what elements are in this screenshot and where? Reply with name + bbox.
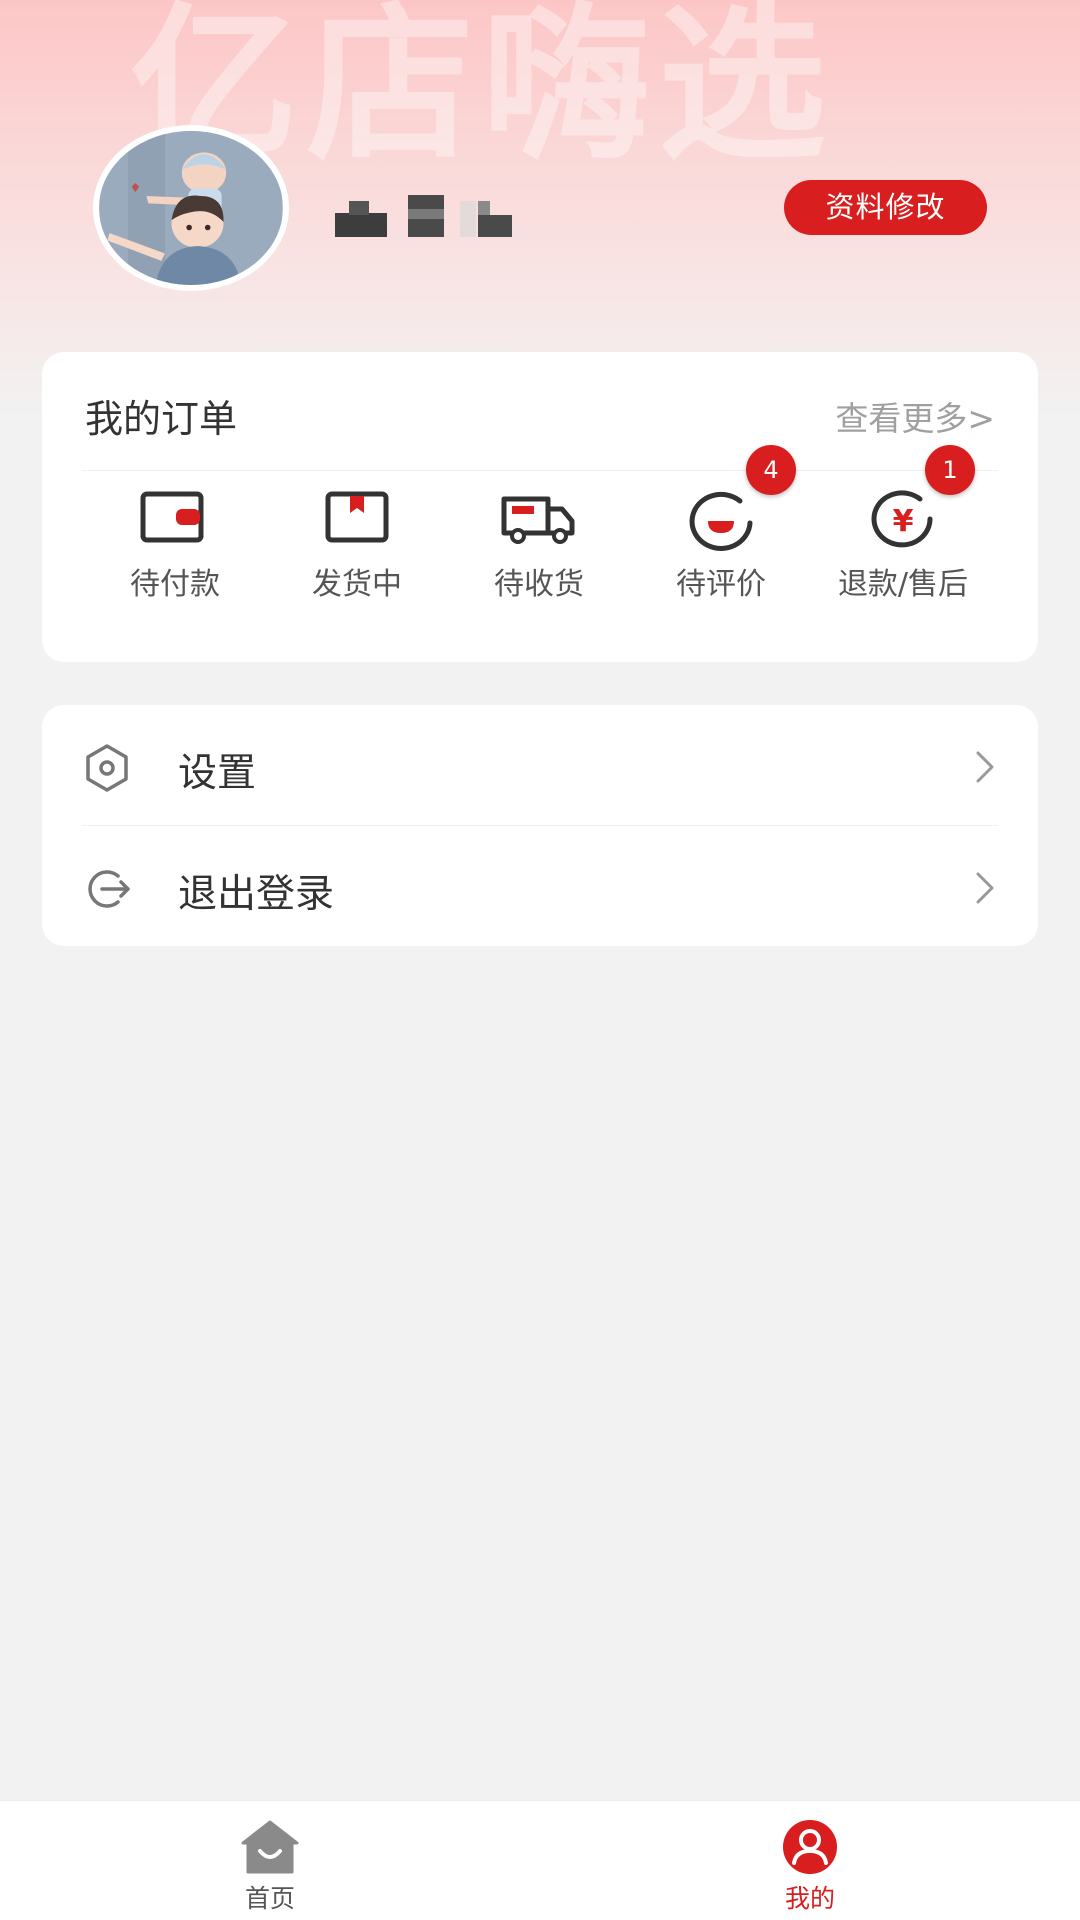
menu-item-settings[interactable]: 设置 xyxy=(42,705,1038,825)
order-pending-payment[interactable]: 待付款 xyxy=(84,487,266,617)
view-more-orders-link[interactable]: 查看更多> xyxy=(835,392,995,440)
wallet-icon xyxy=(140,491,204,543)
menu-item-logout[interactable]: 退出登录 xyxy=(42,826,1038,946)
order-label: 退款/售后 xyxy=(837,567,969,602)
refund-count-badge: 1 xyxy=(925,445,975,495)
menu-card: 设置 退出登录 xyxy=(42,705,1038,946)
tab-profile[interactable]: 我的 xyxy=(690,1801,930,1920)
orders-card: 我的订单 查看更多> 待付款 发货中 待收货 待评价 4 ¥ 退款/售后 1 xyxy=(42,352,1038,662)
order-to-review[interactable]: 待评价 4 xyxy=(630,445,812,617)
order-label: 待评价 xyxy=(676,567,766,602)
edit-profile-button[interactable]: 资料修改 xyxy=(784,180,987,235)
avatar-illustration xyxy=(100,131,282,285)
home-icon xyxy=(241,1820,299,1874)
order-shipping[interactable]: 发货中 xyxy=(266,487,448,617)
tab-home[interactable]: 首页 xyxy=(150,1801,390,1920)
order-to-receive[interactable]: 待收货 xyxy=(448,487,630,617)
review-icon xyxy=(689,491,753,551)
orders-title: 我的订单 xyxy=(85,397,238,441)
avatar[interactable] xyxy=(93,125,289,291)
review-count-badge: 4 xyxy=(746,445,796,495)
logout-icon xyxy=(88,870,130,908)
svg-text:¥: ¥ xyxy=(893,504,914,539)
divider xyxy=(82,470,998,471)
settings-icon xyxy=(86,744,128,792)
bottom-tab-bar: 首页 我的 xyxy=(0,1800,1080,1920)
order-label: 待付款 xyxy=(130,567,220,602)
chevron-right-icon xyxy=(976,872,994,904)
refund-icon: ¥ xyxy=(871,490,933,548)
menu-item-label: 退出登录 xyxy=(178,872,335,917)
tab-label: 我的 xyxy=(784,1884,835,1913)
order-refund-aftersale[interactable]: ¥ 退款/售后 1 xyxy=(812,445,994,617)
chevron-right-icon xyxy=(976,751,994,783)
username-pixelated xyxy=(335,195,515,245)
tab-label: 首页 xyxy=(244,1884,295,1913)
truck-icon xyxy=(501,496,575,544)
order-label: 发货中 xyxy=(312,567,402,602)
profile-icon xyxy=(783,1820,837,1874)
order-label: 待收货 xyxy=(494,567,584,602)
menu-item-label: 设置 xyxy=(178,751,257,796)
package-icon xyxy=(325,491,389,543)
